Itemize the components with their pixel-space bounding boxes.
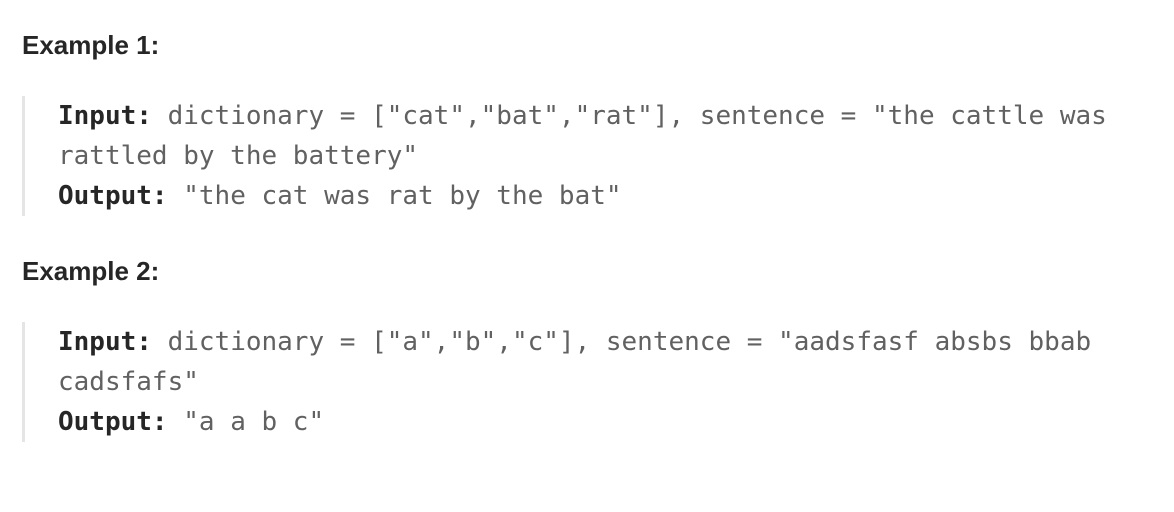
example-1-input-line: Input: dictionary = ["cat","bat","rat"],… [58,96,1143,176]
example-1-code-block: Input: dictionary = ["cat","bat","rat"],… [22,96,1143,216]
example-1-section: Example 1: Input: dictionary = ["cat","b… [22,28,1152,216]
example-2-input-label: Input: [58,327,152,357]
example-1-output-label: Output: [58,181,168,211]
example-1-title: Example 1: [22,30,160,60]
example-2-input-line: Input: dictionary = ["a","b","c"], sente… [58,322,1143,402]
example-2-input-value: dictionary = ["a","b","c"], sentence = "… [58,327,1092,397]
example-1-output-line: Output: "the cat was rat by the bat" [58,176,1143,216]
example-1-input-label: Input: [58,101,152,131]
example-2-output-line: Output: "a a b c" [58,402,1143,442]
example-1-output-value: "the cat was rat by the bat" [183,181,622,211]
example-2-title: Example 2: [22,256,160,286]
example-2-output-label: Output: [58,407,168,437]
example-1-input-value: dictionary = ["cat","bat","rat"], senten… [58,101,1107,171]
example-2-output-value: "a a b c" [183,407,325,437]
example-2-section: Example 2: Input: dictionary = ["a","b",… [22,254,1152,442]
example-2-code-block: Input: dictionary = ["a","b","c"], sente… [22,322,1143,442]
